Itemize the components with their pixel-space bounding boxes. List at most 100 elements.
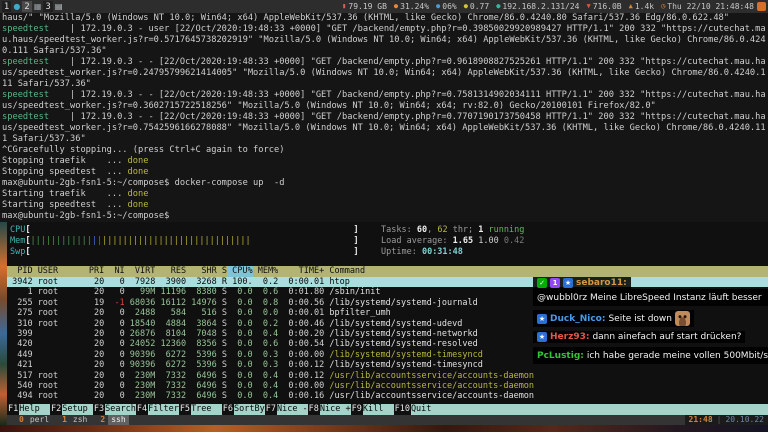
fkey-number: F8 (307, 404, 320, 415)
fkey-number: F2 (49, 404, 63, 415)
tray-icon[interactable] (757, 2, 766, 11)
fkey-number: F3 (92, 404, 106, 415)
cell-user: root (37, 391, 59, 402)
tmux-window-zsh[interactable]: 1 zsh (62, 415, 90, 425)
column-header-s[interactable]: S (217, 266, 227, 277)
column-header-virt[interactable]: VIRT (125, 266, 155, 277)
cell-cpu: 0.0 (237, 297, 253, 308)
cell-mem: 0.0 (262, 308, 279, 319)
status-item: ● 31.24% (394, 2, 429, 11)
cell-cpu: 0.0 (237, 370, 253, 381)
chat-message: ✓ 1 ★ sebaro11: @wubbl0rz Meine LibreSpeed I… (533, 277, 768, 306)
cell-virt: 2488 (134, 308, 156, 319)
column-header-mem[interactable]: MEM% (253, 266, 278, 277)
fkey-label: Quit (410, 404, 768, 415)
terminal-line: max@ubuntu-2gb-fsn1-5:~/compose$ docker-… (2, 178, 285, 188)
cell-ni: 0 (119, 277, 125, 287)
cell-cpu: 0.0 (237, 308, 253, 319)
fkey-number: F6 (221, 404, 235, 415)
cell-time: 0:00.12 (288, 360, 325, 371)
files-icon: ▤ (54, 1, 63, 11)
column-header-cpu[interactable]: CPU% (227, 266, 253, 277)
fkey-kill[interactable]: F9 Kill (350, 404, 394, 415)
terminal-line: speedtest | 172.19.0.3 - - [22/Oct/2020:… (2, 90, 766, 100)
cell-ni: 0 (119, 308, 125, 319)
column-header-pid[interactable]: PID (7, 266, 32, 277)
column-header-time[interactable]: TIME+ (278, 266, 325, 277)
cell-pid: 540 (17, 380, 33, 391)
chat-message: PcLustig: ich habe gerade meine vollen 50… (533, 347, 768, 364)
cell-cpu: 0.0 (237, 349, 253, 360)
fkey-tree[interactable]: F5 Tree (178, 404, 222, 415)
process-row[interactable]: 494 root 20 0 230M 7332 6496 S 0.0 0.4 0:00.16/usr… (7, 391, 768, 401)
column-header-ni[interactable]: NI (104, 266, 124, 277)
status-item: ◷ Thu 22/10 21:48:48 (661, 2, 754, 11)
fkey-sortby[interactable]: F6 SortBy (221, 404, 265, 415)
fkey-label: SortBy (234, 404, 265, 415)
workspace-number: 3 (45, 1, 51, 12)
tmux-window-name: ssh (108, 415, 129, 425)
cell-cpu: 0.0 (237, 360, 253, 371)
workspace-button-1[interactable]: 1 (2, 1, 12, 12)
cell-virt: 230M (134, 380, 156, 391)
cell-res: 11196 (160, 287, 187, 298)
cell-user: root (37, 370, 59, 381)
cell-mem: 0.3 (262, 349, 279, 360)
cell-s: S (221, 380, 228, 391)
column-header-pri[interactable]: PRI (84, 266, 104, 277)
workspace-button-3[interactable]: 3 (43, 1, 53, 12)
cpu-icon: ● (436, 2, 441, 10)
status-item: ● 192.168.2.131/24 (496, 2, 579, 11)
workspace-button-2[interactable]: 2 (22, 1, 32, 12)
status-item: ● 06% (436, 2, 457, 11)
cell-shr: 3864 (196, 318, 217, 329)
chat-text: dann ainefach auf start drücken? (592, 332, 742, 342)
fkey-setup[interactable]: F2 Setup (49, 404, 93, 415)
fkey-search[interactable]: F3 Search (92, 404, 136, 415)
network-icon: ● (496, 2, 501, 10)
cell-cpu: 0.0 (237, 318, 253, 329)
cell-cmd: /usr/lib/accountsservice/accounts-daemon (329, 370, 535, 381)
cell-pri: 20 (93, 339, 105, 350)
chat-message-header: ★ Duck_Nico: Seite ist down (533, 310, 694, 327)
chat-message-header: ✓ 1 ★ sebaro11: (533, 277, 631, 289)
process-row[interactable]: 540 root 20 0 230M 7332 6496 S 0.0 0.4 0:00.00/usr… (7, 381, 768, 391)
column-header-res[interactable]: RES (155, 266, 186, 277)
fkey-nice[interactable]: F8 Nice + (307, 404, 351, 415)
fkey-filter[interactable]: F4 Filter (135, 404, 179, 415)
htop-meters-area: CPU[] Mem[|||||||||||||||||||||||||||||||… (7, 222, 768, 266)
status-text: 06% (442, 2, 457, 11)
cell-s: S (221, 360, 228, 371)
cell-time: 0:00.01 (288, 277, 325, 287)
status-item: ● 0.77 (464, 2, 489, 11)
tmux-window-list: 0 perl 1 zsh 2 ssh (19, 415, 129, 425)
cell-cmd: /usr/lib/accountsservice/accounts-daemon (329, 380, 535, 391)
fkey-nice[interactable]: F7 Nice - (264, 404, 308, 415)
column-header-shr[interactable]: SHR (186, 266, 216, 277)
cell-user: root (37, 277, 59, 287)
column-header-command[interactable]: Command (324, 266, 768, 277)
cell-pri: 20 (93, 349, 105, 360)
wallpaper-strip-bottom (0, 425, 768, 432)
cell-shr: 8356 (196, 339, 217, 350)
tmux-window-ssh[interactable]: 2 ssh (100, 415, 129, 425)
cell-mem: 0.3 (262, 360, 279, 371)
terminal-line: 11 Safari/537.36" (2, 79, 91, 89)
cell-mem: 0.4 (262, 391, 279, 402)
tmux-window-number: 1 (62, 415, 67, 424)
terminal-line: us/speedtest_worker.js?r=0.7542596166278… (2, 123, 766, 133)
tmux-window-number: 2 (100, 415, 106, 424)
terminal-window[interactable]: haus/" "Mozilla/5.0 (Windows NT 10.0; Wi… (0, 13, 768, 222)
column-header-user[interactable]: USER (33, 266, 84, 277)
terminal-line: us/speedtest_worker.js?r=0.2479579962141… (2, 68, 766, 78)
cell-pri: 20 (93, 328, 105, 339)
cell-res: 7332 (165, 370, 187, 381)
fkey-help[interactable]: F1 Help (7, 404, 50, 415)
cell-s: S (221, 308, 228, 319)
process-row[interactable]: 517 root 20 0 230M 7332 6496 S 0.0 0.4 0:00.12/usr… (7, 371, 768, 381)
chat-message-header: PcLustig: ich habe gerade meine vollen 50… (533, 347, 768, 364)
fkey-number: F9 (350, 404, 363, 415)
tmux-window-perl[interactable]: 0 perl (19, 415, 52, 425)
workspace-switcher: 1 ● 2 ▦ 3 ▤ (2, 1, 62, 12)
fkey-quit[interactable]: F10 Quit (393, 404, 768, 415)
